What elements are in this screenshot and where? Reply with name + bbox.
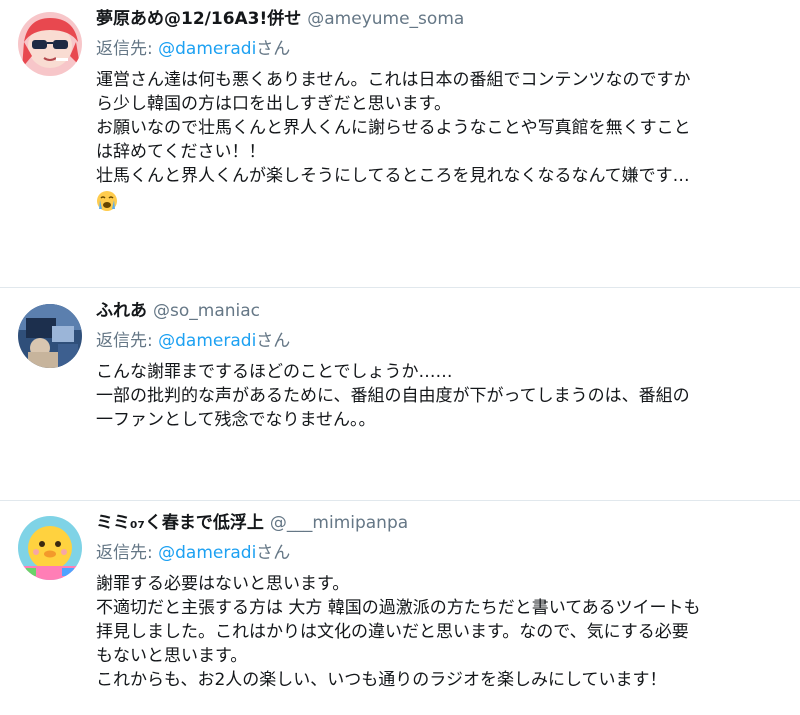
tweet-text-line: 一ファンとして残念でなりません。。 <box>96 410 376 430</box>
tweet-text-line: 不適切だと主張する方は 大方 韓国の過激派の方たちだと書いてあるツイートも <box>96 598 701 618</box>
tweet-text: 運営さん達は何も悪くありません。これは日本の番組でコンテンツなのですか ら少し韓… <box>96 68 786 219</box>
tweet-text-line: 壮馬くんと界人くんが楽しそうにしてるところを見れなくなるなんて嫌です… <box>96 166 690 186</box>
display-name[interactable]: ふれあ <box>96 301 147 321</box>
tweet-text-line: 謝罪する必要はないと思います。 <box>96 574 350 594</box>
avatar[interactable] <box>18 304 82 368</box>
user-handle[interactable]: @ameyume_soma <box>307 9 464 29</box>
user-handle[interactable]: @___mimipanpa <box>270 513 408 533</box>
display-name[interactable]: ミミ₀₇く春まで低浮上 <box>96 513 264 533</box>
tweet-text-line: 拝見しました。これはかりは文化の違いだと思います。なので、気にする必要 <box>96 622 689 642</box>
reply-context: 返信先: @dameradiさん <box>96 38 786 60</box>
reply-to-link[interactable]: @dameradi <box>158 331 256 351</box>
crying-face-icon <box>96 190 118 212</box>
tweet-text-line: は辞めてください！！ <box>96 142 266 162</box>
divider <box>0 500 800 501</box>
reply-to-link[interactable]: @dameradi <box>158 543 256 563</box>
tweet-text-line: 一部の批判的な声があるために、番組の自由度が下がってしまうのは、番組の <box>96 386 690 406</box>
tweet-text-line: こんな謝罪までするほどのことでしょうか…… <box>96 362 453 382</box>
reply-feed: 夢原あめ@12/16A3!併せ @ameyume_soma 返信先: @damer… <box>0 0 800 715</box>
display-name[interactable]: 夢原あめ@12/16A3!併せ <box>96 9 301 29</box>
reply-context: 返信先: @dameradiさん <box>96 542 786 564</box>
reply-to-link[interactable]: @dameradi <box>158 39 256 59</box>
reply-suffix: さん <box>256 39 291 59</box>
reply-suffix: さん <box>256 543 291 563</box>
reply-prefix: 返信先: <box>96 39 153 59</box>
tweet-text-line: お願いなので壮馬くんと界人くんに謝らせるようなことや写真館を無くすこと <box>96 118 691 138</box>
tweet-text-line: これからも、お2人の楽しい、いつも通りのラジオを楽しみにしています！ <box>96 670 667 690</box>
user-handle[interactable]: @so_maniac <box>153 301 260 321</box>
reply-context: 返信先: @dameradiさん <box>96 330 786 352</box>
tweet-text: こんな謝罪までするほどのことでしょうか…… 一部の批判的な声があるために、番組の… <box>96 360 786 432</box>
avatar[interactable] <box>18 516 82 580</box>
reply-prefix: 返信先: <box>96 331 153 351</box>
tweet-text: 謝罪する必要はないと思います。 不適切だと主張する方は 大方 韓国の過激派の方た… <box>96 572 786 692</box>
tweet-text-line: もないと思います。 <box>96 646 248 666</box>
tweet-text-line: ら少し韓国の方は口を出しすぎだと思います。 <box>96 94 451 114</box>
divider <box>0 287 800 288</box>
reply-suffix: さん <box>256 331 291 351</box>
reply-prefix: 返信先: <box>96 543 153 563</box>
tweet-text-line: 運営さん達は何も悪くありません。これは日本の番組でコンテンツなのですか <box>96 70 691 90</box>
avatar[interactable] <box>18 12 82 76</box>
